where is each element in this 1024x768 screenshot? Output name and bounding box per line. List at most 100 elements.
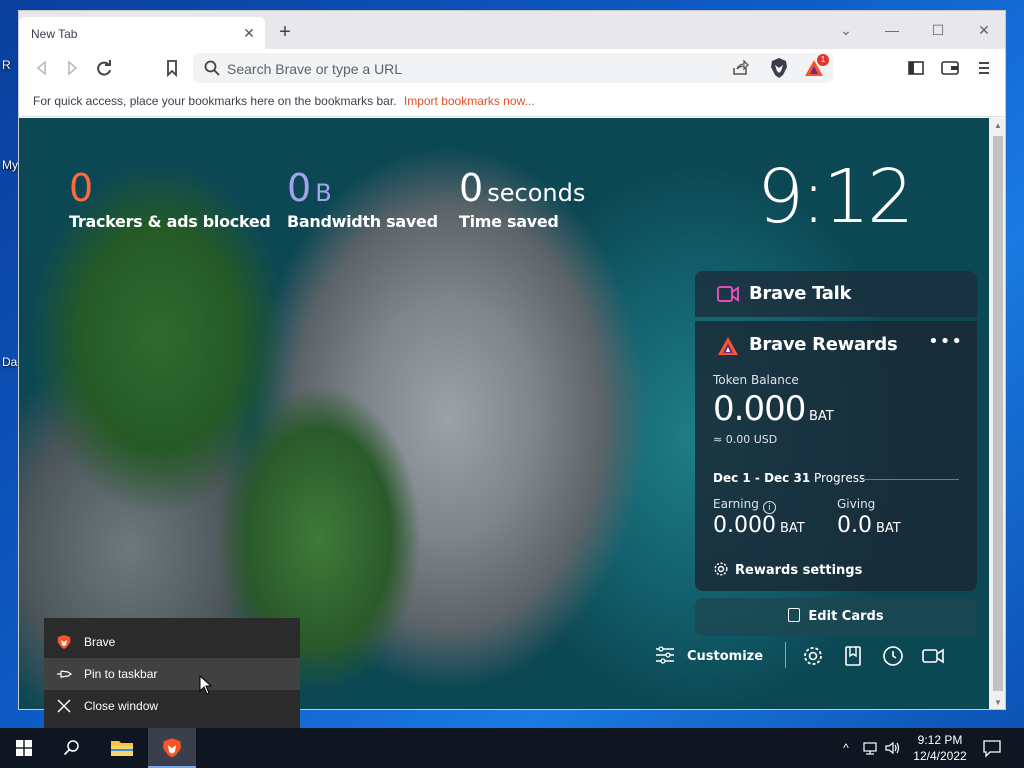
- jumplist-item-close[interactable]: Close window: [44, 690, 300, 722]
- gear-icon: [714, 562, 728, 576]
- time-stat: 0 seconds Time saved: [459, 166, 585, 231]
- desktop-icon-label[interactable]: Da: [2, 355, 17, 369]
- desktop-icon-label[interactable]: My: [2, 158, 18, 172]
- taskbar-jumplist: Brave Pin to taskbar Close window: [44, 618, 300, 728]
- rewards-title: Brave Rewards: [749, 334, 898, 355]
- giving-unit: BAT: [876, 521, 901, 536]
- usd-balance: ≈ 0.00 USD: [713, 433, 778, 446]
- volume-icon[interactable]: [884, 740, 900, 756]
- scrollbar[interactable]: ▲ ▼: [989, 118, 1005, 709]
- trackers-count: 0: [69, 166, 93, 210]
- jumplist-item-pin[interactable]: Pin to taskbar: [44, 658, 300, 690]
- brave-rewards-card: Brave Rewards ••• Token Balance 0.000 BA…: [695, 321, 977, 591]
- settings-gear-icon[interactable]: [801, 644, 825, 668]
- earning-heading: Earning i: [713, 497, 776, 514]
- scroll-up-icon[interactable]: ▲: [989, 118, 1005, 134]
- forward-icon[interactable]: [61, 57, 83, 79]
- back-icon[interactable]: [31, 57, 53, 79]
- giving-amount: 0.0 BAT: [837, 513, 901, 538]
- trackers-label: Trackers & ads blocked: [69, 212, 271, 231]
- earning-amount: 0.000 BAT: [713, 513, 805, 538]
- earning-value: 0.000: [713, 513, 776, 538]
- close-window-button[interactable]: ✕: [961, 17, 1005, 43]
- video-camera-icon: [717, 286, 739, 302]
- tab-search-icon[interactable]: ⌄: [823, 17, 869, 43]
- menu-icon[interactable]: [973, 57, 995, 79]
- bookmarks-bar: For quick access, place your bookmarks h…: [19, 87, 1005, 117]
- bookmarks-icon[interactable]: [841, 644, 865, 668]
- search-icon: [204, 60, 220, 76]
- brave-taskbar-button[interactable]: [148, 728, 196, 768]
- history-icon[interactable]: [881, 644, 905, 668]
- giving-value: 0.0: [837, 513, 872, 538]
- search-input[interactable]: Search Brave or type a URL: [227, 61, 402, 77]
- title-bar: New Tab ✕ + ⌄ — ☐ ✕: [19, 11, 1005, 49]
- brave-talk-icon[interactable]: [921, 644, 945, 668]
- token-balance-label: Token Balance: [713, 373, 799, 387]
- pin-icon: [57, 670, 72, 678]
- minimize-button[interactable]: —: [869, 17, 915, 43]
- brave-lion-icon: [57, 635, 71, 649]
- jumplist-item-brave[interactable]: Brave: [44, 626, 300, 658]
- desktop-icon-label[interactable]: R: [2, 58, 11, 72]
- divider: [785, 642, 786, 668]
- giving-label: Giving: [837, 497, 876, 511]
- time-count: 0: [459, 166, 483, 210]
- folder-icon: [111, 741, 133, 756]
- edit-cards-icon: [788, 608, 801, 622]
- notification-icon[interactable]: [982, 738, 1002, 758]
- search-button[interactable]: [48, 728, 96, 768]
- progress-label: Progress: [814, 471, 866, 485]
- system-clock[interactable]: 9:12 PM 12/4/2022: [908, 732, 972, 764]
- tab-title: New Tab: [31, 27, 78, 41]
- browser-window: New Tab ✕ + ⌄ — ☐ ✕ Search Brave or type…: [18, 10, 1006, 710]
- wallet-icon[interactable]: [939, 57, 961, 79]
- time-label: Time saved: [459, 212, 559, 231]
- brave-lion-icon: [163, 738, 181, 758]
- customize-label: Customize: [687, 649, 764, 664]
- import-bookmarks-link[interactable]: Import bookmarks now...: [404, 94, 535, 108]
- scrollbar-thumb[interactable]: [993, 136, 1003, 691]
- maximize-button[interactable]: ☐: [915, 17, 961, 43]
- rewards-badge: 1: [817, 54, 829, 66]
- sliders-icon: [656, 646, 674, 664]
- bandwidth-stat: 0 B Bandwidth saved: [287, 166, 438, 231]
- close-icon: [57, 699, 71, 713]
- brave-shields-icon[interactable]: [769, 57, 789, 79]
- edit-cards-label: Edit Cards: [808, 609, 884, 624]
- jumplist-label: Brave: [84, 635, 116, 649]
- token-balance: 0.000: [713, 389, 806, 429]
- brave-rewards-icon: [718, 337, 738, 355]
- earning-label: Earning: [713, 497, 759, 511]
- chevron-up-icon[interactable]: ^: [838, 740, 854, 756]
- customize-button[interactable]: Customize: [655, 646, 763, 664]
- more-options-icon[interactable]: •••: [928, 331, 963, 352]
- jumplist-label: Pin to taskbar: [84, 667, 158, 681]
- scroll-down-icon[interactable]: ▼: [989, 695, 1005, 709]
- bandwidth-unit: B: [315, 179, 332, 207]
- progress-heading: Dec 1 - Dec 31 Progress: [713, 471, 865, 485]
- brave-talk-card[interactable]: Brave Talk: [695, 271, 977, 317]
- clock: 9:12: [757, 154, 914, 240]
- new-tab-button[interactable]: +: [275, 22, 295, 43]
- mouse-cursor-icon: [199, 675, 213, 695]
- address-bar[interactable]: Search Brave or type a URL 1: [193, 53, 833, 83]
- taskbar: ^ 9:12 PM 12/4/2022: [0, 728, 1024, 768]
- edit-cards-button[interactable]: Edit Cards: [695, 598, 977, 636]
- file-explorer-button[interactable]: [98, 728, 146, 768]
- earning-unit: BAT: [779, 521, 805, 536]
- tab-close-icon[interactable]: ✕: [241, 25, 257, 41]
- reload-icon[interactable]: [93, 57, 115, 79]
- brave-talk-title: Brave Talk: [749, 283, 852, 304]
- search-icon: [63, 740, 79, 756]
- progress-range: Dec 1 - Dec 31: [713, 471, 811, 485]
- bookmarks-hint: For quick access, place your bookmarks h…: [33, 94, 397, 108]
- sidebar-icon[interactable]: [905, 57, 927, 79]
- rewards-settings-link[interactable]: Rewards settings: [713, 561, 862, 578]
- bookmark-icon[interactable]: [161, 57, 183, 79]
- start-button[interactable]: [0, 728, 48, 768]
- tab-new-tab[interactable]: New Tab ✕: [19, 17, 265, 49]
- share-icon[interactable]: [731, 59, 749, 77]
- network-icon[interactable]: [862, 740, 878, 756]
- bandwidth-label: Bandwidth saved: [287, 212, 438, 231]
